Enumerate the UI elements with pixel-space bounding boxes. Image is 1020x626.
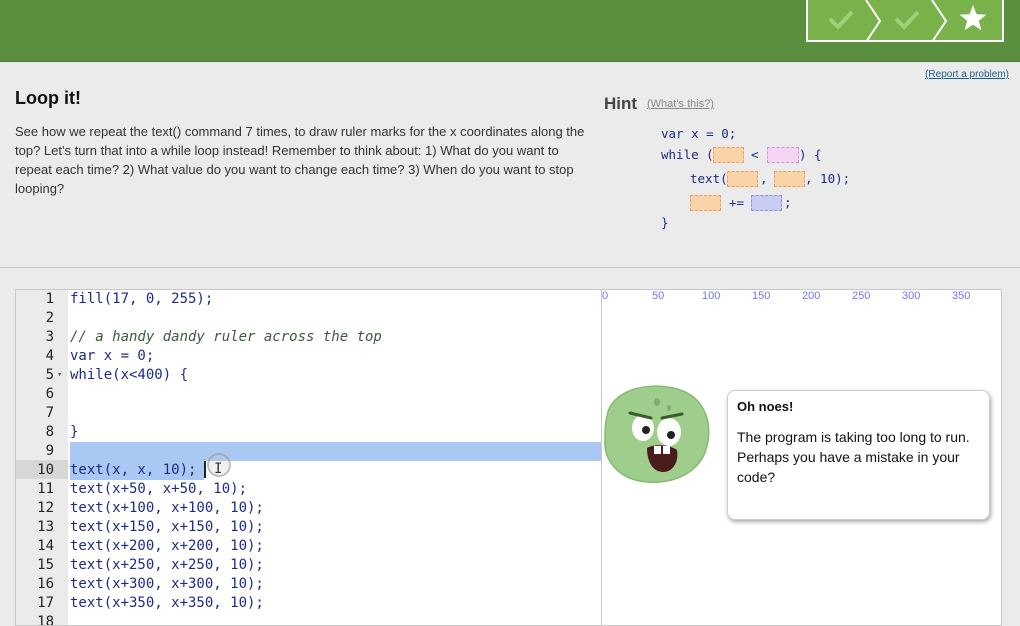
- top-bar: [0, 0, 1020, 62]
- code-line-active[interactable]: 10 text(x, x, 10);: [16, 461, 601, 480]
- hint-title: Hint: [604, 94, 638, 113]
- hint-blank-y: [774, 171, 805, 187]
- code-editor[interactable]: 1 fill(17, 0, 255); 2 3// a handy dandy r…: [15, 289, 602, 626]
- star-icon: [959, 5, 987, 31]
- error-message: The program is taking too long to run. P…: [737, 429, 970, 485]
- check-icon: [828, 10, 854, 30]
- hint-line-4-end: ;: [784, 195, 792, 210]
- ruler-mark: 300: [902, 290, 921, 302]
- code-line[interactable]: 15 text(x+250, x+250, 10);: [16, 556, 601, 575]
- hint-line-5: }: [661, 215, 669, 230]
- code-line[interactable]: 7: [16, 404, 601, 423]
- code-line[interactable]: 11 text(x+50, x+50, 10);: [16, 480, 601, 499]
- hint-line-1: var x = 0;: [661, 126, 737, 141]
- fold-toggle-icon[interactable]: ▾: [57, 366, 62, 385]
- code-line[interactable]: 16 text(x+300, x+300, 10);: [16, 575, 601, 594]
- report-problem-link[interactable]: (Report a problem): [925, 69, 1009, 80]
- code-line[interactable]: 8}: [16, 423, 601, 442]
- code-line[interactable]: 13 text(x+150, x+150, 10);: [16, 518, 601, 537]
- ruler-mark: 200: [802, 290, 821, 302]
- hint-blank-start: [713, 147, 744, 163]
- selection-highlight: [70, 442, 601, 461]
- hint-line-3-end: , 10);: [805, 171, 851, 186]
- challenge-description: See how we repeat the text() command 7 t…: [15, 124, 585, 196]
- ruler-mark: 350: [952, 290, 971, 302]
- text-cursor: [204, 461, 206, 478]
- ibeam-cursor-icon: I: [214, 461, 223, 477]
- ruler-mark: 250: [852, 290, 871, 302]
- hint-line-2-start: while (: [661, 147, 714, 162]
- ruler-mark: 150: [752, 290, 771, 302]
- code-line[interactable]: 2: [16, 309, 601, 328]
- progress-steps: [806, 0, 1004, 42]
- ruler-mark: 100: [702, 290, 721, 302]
- whats-this-link[interactable]: (What's this?): [647, 98, 714, 110]
- hint-line-3-sep: ,: [760, 171, 768, 186]
- hint-line-3-start: text(: [690, 171, 728, 186]
- error-bubble: Oh noes! The program is taking too long …: [727, 390, 990, 520]
- code-line[interactable]: 1 fill(17, 0, 255);: [16, 290, 601, 309]
- error-title: Oh noes!: [737, 399, 794, 414]
- hint-blank-x: [727, 171, 758, 187]
- hint-blank-increment: [751, 195, 782, 211]
- code-line[interactable]: 12 text(x+100, x+100, 10);: [16, 499, 601, 518]
- code-line[interactable]: 17 text(x+350, x+350, 10);: [16, 594, 601, 613]
- progress-steps-graphic: [828, 0, 987, 42]
- ruler-mark: 50: [652, 290, 665, 302]
- ruler-mark: 0: [602, 290, 609, 302]
- code-line[interactable]: 4 var x = 0;: [16, 347, 601, 366]
- page-title: Loop it!: [15, 88, 81, 108]
- check-icon: [894, 10, 920, 30]
- hint-blank-condition: [767, 147, 799, 163]
- challenge-header: (Report a problem) Loop it! See how we r…: [0, 62, 1020, 268]
- code-line[interactable]: 3// a handy dandy ruler across the top: [16, 328, 601, 347]
- hint-line-2-op: <: [751, 147, 759, 162]
- hint-blank-var: [690, 195, 721, 211]
- code-line[interactable]: 5 ▾ while(x<400) {: [16, 366, 601, 385]
- error-buddy-mascot: [604, 385, 710, 483]
- code-line[interactable]: 18: [16, 613, 601, 625]
- code-line[interactable]: 14 text(x+200, x+200, 10);: [16, 537, 601, 556]
- hint-line-2-end: ) {: [799, 147, 822, 162]
- hint-line-4-op: +=: [729, 195, 745, 210]
- code-line[interactable]: 6: [16, 385, 601, 404]
